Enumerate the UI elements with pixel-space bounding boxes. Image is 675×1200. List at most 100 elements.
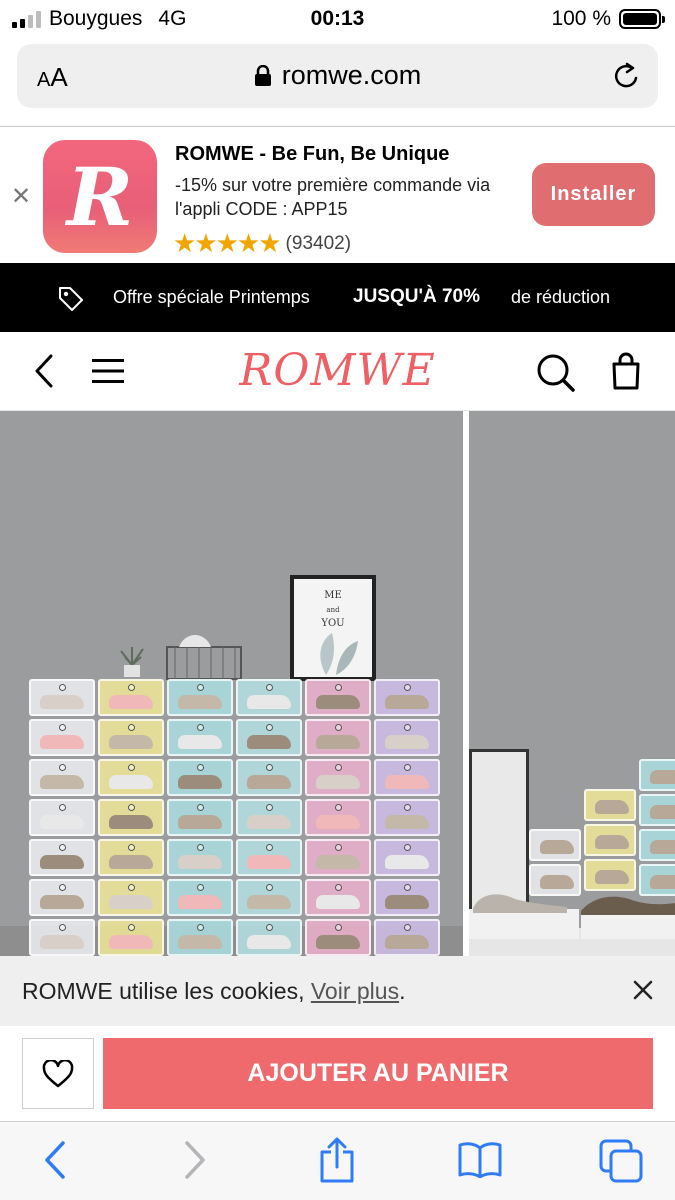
shoe-box: [167, 759, 233, 796]
shoe-box: [98, 839, 164, 876]
shoe-box: [305, 839, 371, 876]
shoe-box: [236, 919, 302, 956]
picture-frame: ME and YOU: [290, 575, 376, 681]
shoe-box: [236, 799, 302, 836]
rating-count: (93402): [285, 232, 352, 254]
shoe-box: [374, 879, 440, 916]
url-text: romwe.com: [281, 60, 422, 90]
shoe-box: [639, 759, 675, 791]
basket-decor: [166, 635, 242, 680]
shoe-box: [29, 799, 95, 836]
purchase-bar: AJOUTER AU PANIER: [0, 1026, 675, 1121]
status-bar: Bouygues 4G 00:13 100 %: [0, 0, 675, 38]
shoe-box: [29, 919, 95, 956]
app-title: ROMWE - Be Fun, Be Unique: [175, 143, 450, 165]
shoe-box: [29, 759, 95, 796]
battery-percent: 100 %: [551, 7, 611, 30]
app-icon[interactable]: R: [43, 140, 157, 253]
shoe-box: [305, 679, 371, 716]
smart-app-banner: ✕ R ROMWE - Be Fun, Be Unique -15% sur v…: [0, 127, 675, 263]
star-rating-icon: ★★★★★: [173, 228, 282, 258]
shoe-box: [98, 879, 164, 916]
shoe-box: [167, 679, 233, 716]
product-gallery[interactable]: ME and YOU: [0, 411, 675, 956]
site-header: ROMWE: [0, 333, 675, 411]
shoe-box: [374, 799, 440, 836]
close-icon[interactable]: [631, 978, 655, 1002]
product-image-main[interactable]: ME and YOU: [0, 411, 463, 956]
shoe-box: [167, 799, 233, 836]
tag-icon: [59, 287, 83, 311]
forward-icon[interactable]: [182, 1140, 208, 1180]
battery-icon: [619, 9, 665, 29]
cookie-text: ROMWE utilise les cookies,: [22, 978, 311, 1004]
app-icon-letter: R: [66, 149, 134, 244]
wishlist-button[interactable]: [22, 1038, 94, 1109]
shoe-box: [374, 719, 440, 756]
shoe-box: [584, 859, 636, 891]
url-display[interactable]: romwe.com: [17, 60, 658, 91]
shoe-box: [167, 719, 233, 756]
shoe-box: [305, 799, 371, 836]
plant-decor: [120, 647, 144, 677]
shoe-box: [236, 879, 302, 916]
browser-toolbar: [0, 1121, 675, 1200]
shoe-box: [29, 679, 95, 716]
cookie-text-end: .: [399, 978, 406, 1004]
shoe-box: [639, 829, 675, 861]
status-right: 100 %: [551, 7, 665, 31]
promo-highlight: JUSQU'À 70%: [353, 286, 481, 307]
shoe-box: [584, 789, 636, 821]
shoe-box: [639, 794, 675, 826]
reload-icon[interactable]: [612, 60, 642, 92]
shoe-box: [236, 759, 302, 796]
shoe-box: [529, 829, 581, 861]
product-image-secondary[interactable]: [469, 411, 675, 956]
bookmarks-icon[interactable]: [458, 1140, 502, 1178]
shoe-box: [305, 759, 371, 796]
frame-text-me: ME: [324, 590, 342, 601]
cookie-banner: ROMWE utilise les cookies, Voir plus.: [0, 956, 675, 1026]
shoe-box: [305, 919, 371, 956]
sneakers-decor: [469, 894, 675, 939]
app-rating: ★★★★★ (93402): [173, 228, 351, 259]
shoe-box: [584, 824, 636, 856]
back-icon[interactable]: [42, 1140, 68, 1180]
promo-bar[interactable]: Offre spéciale Printemps JUSQU'À 70% de …: [0, 263, 675, 332]
shoe-box: [98, 919, 164, 956]
shoe-box: [98, 679, 164, 716]
shoe-box: [374, 839, 440, 876]
heart-icon: [42, 1059, 74, 1087]
shoe-box: [236, 719, 302, 756]
cookie-more-link[interactable]: Voir plus: [311, 978, 399, 1004]
shoe-box: [374, 679, 440, 716]
shoe-box: [29, 839, 95, 876]
shoe-box: [374, 919, 440, 956]
shoe-box: [98, 719, 164, 756]
shoe-box: [167, 839, 233, 876]
add-to-cart-button[interactable]: AJOUTER AU PANIER: [103, 1038, 653, 1109]
shoe-box: [305, 719, 371, 756]
shoe-box: [236, 679, 302, 716]
shoe-box: [98, 759, 164, 796]
shoe-box: [29, 879, 95, 916]
leaf-illustration: [320, 633, 358, 675]
install-button[interactable]: Installer: [532, 163, 655, 226]
shoe-box: [167, 879, 233, 916]
promo-text: Offre spéciale Printemps: [113, 287, 310, 307]
shoe-box: [98, 799, 164, 836]
shoe-box: [167, 919, 233, 956]
frame-text-and: and: [326, 606, 340, 614]
tabs-icon[interactable]: [598, 1138, 644, 1184]
shoe-box: [29, 719, 95, 756]
shoe-box: [374, 759, 440, 796]
promo-suffix: de réduction: [511, 287, 611, 307]
shopping-bag-icon[interactable]: [610, 351, 642, 391]
shoe-box: [236, 839, 302, 876]
share-icon[interactable]: [318, 1136, 356, 1184]
cookie-message: ROMWE utilise les cookies, Voir plus.: [22, 978, 405, 1005]
address-bar[interactable]: AA romwe.com: [17, 44, 658, 108]
close-icon[interactable]: ✕: [11, 182, 31, 211]
shoe-box: [305, 879, 371, 916]
search-icon[interactable]: [536, 353, 576, 393]
